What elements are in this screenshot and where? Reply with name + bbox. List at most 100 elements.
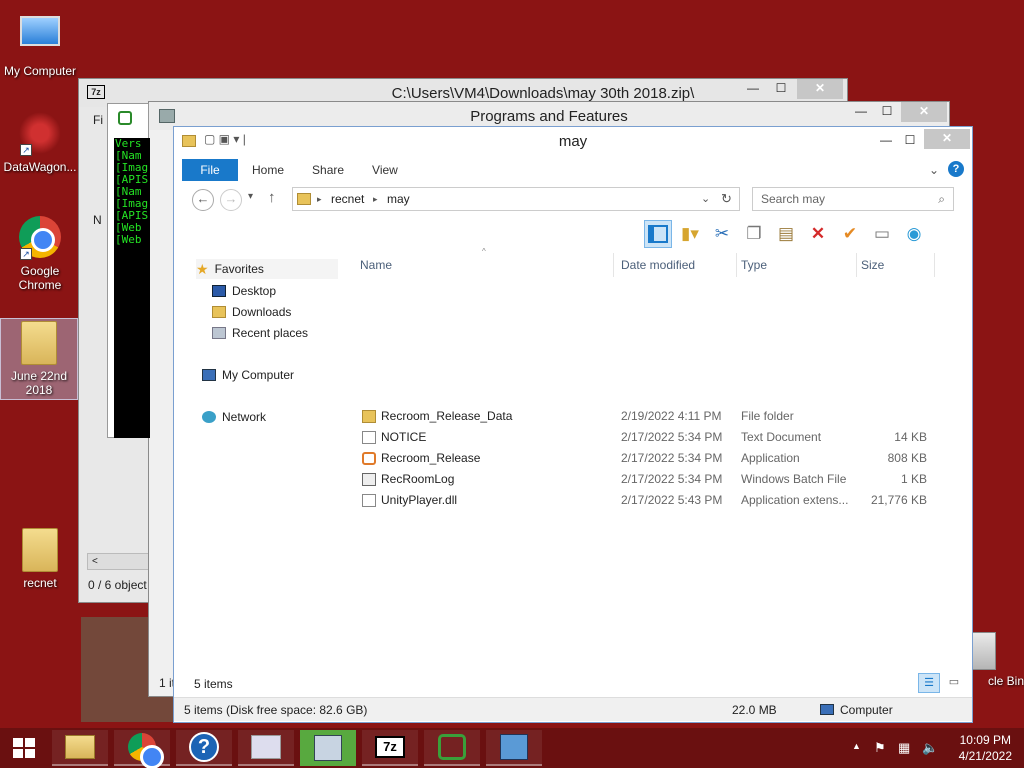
nav-label: Desktop [232,284,277,298]
file-type: Windows Batch File [741,472,847,486]
nav-label: My Computer [222,368,295,382]
nav-label: Recent places [232,326,309,340]
taskbar-chrome[interactable] [114,730,170,768]
cut-button[interactable]: ✂ [708,220,736,248]
large-icons-view-button[interactable]: ▭ [944,673,964,693]
maximize-button[interactable]: ☐ [875,102,899,122]
volume-muted-icon[interactable]: 🔈 [922,740,938,768]
copy-button[interactable]: ❐ [740,220,768,248]
column-header-date[interactable]: Date modified [619,253,737,277]
rename-button[interactable]: ✔ [836,220,864,248]
explorer-window[interactable]: ▢ ▣ ▾ | may — ☐ ✕ File Home Share View ⌄… [173,126,973,723]
titlebar[interactable]: ▢ ▣ ▾ | may — ☐ ✕ [174,127,972,155]
taskbar-task-manager[interactable] [238,730,294,766]
maximize-button[interactable]: ☐ [898,131,922,151]
file-name: Recroom_Release [381,451,481,465]
details-view-button[interactable]: ☰ [918,673,940,693]
address-dropdown-icon[interactable]: ⌄ [701,188,710,210]
back-button[interactable]: ← [192,189,214,211]
status-location: Computer [840,703,893,717]
file-row[interactable]: NOTICE 2/17/2022 5:34 PM Text Document 1… [358,427,958,448]
help-icon[interactable]: ? [948,161,964,177]
preview-pane-button[interactable] [644,220,672,248]
file-row[interactable]: RecRoomLog 2/17/2022 5:34 PM Windows Bat… [358,469,958,490]
nav-recent[interactable]: Recent places [212,323,308,343]
forward-button[interactable]: → [220,189,242,211]
shell-icon[interactable]: ◉ [900,220,928,248]
console-output: Vers [Nam [Imag [APIS [Nam [Imag [APIS [… [114,138,150,438]
expand-ribbon-icon[interactable]: ⌄ [929,163,939,177]
desktop-icon-june-folder[interactable]: June 22nd 2018 [0,318,78,400]
breadcrumb-may[interactable]: may [387,188,410,210]
tab-home[interactable]: Home [238,159,298,181]
nav-desktop[interactable]: Desktop [212,281,276,301]
file-row[interactable]: Recroom_Release_Data 2/19/2022 4:11 PM F… [358,406,958,427]
network-tray-icon[interactable]: ▦ [898,740,910,768]
clock[interactable]: 10:09 PM 4/21/2022 [959,732,1012,764]
file-name: UnityPlayer.dll [381,493,458,507]
console-window[interactable]: Vers [Nam [Imag [APIS [Nam [Imag [APIS [… [107,103,150,438]
breadcrumb-recnet[interactable]: recnet [331,188,364,210]
tray-expand-icon[interactable]: ▲ [852,741,861,768]
properties-button[interactable]: ▭ [868,220,896,248]
breadcrumb-separator-icon[interactable]: ▸ [317,188,322,210]
taskbar-file-explorer[interactable] [52,730,108,766]
nav-network[interactable]: Network [202,407,266,427]
recent-places-icon [212,327,226,339]
tab-share[interactable]: Share [298,159,358,181]
desktop-icon-my-computer[interactable]: My Computer [0,10,80,78]
downloads-icon [212,306,226,318]
file-date: 2/17/2022 5:34 PM [621,472,723,486]
recent-locations-button[interactable]: ▾ [248,191,253,202]
shortcut-arrow-icon: ↗ [20,144,32,156]
desktop-icon-recnet[interactable]: recnet [0,528,80,590]
file-row[interactable]: UnityPlayer.dll 2/17/2022 5:43 PM Applic… [358,490,958,511]
minimize-button[interactable]: — [874,131,898,151]
file-date: 2/17/2022 5:34 PM [621,430,723,444]
desktop-icon-chrome[interactable]: ↗ Google Chrome [0,216,80,292]
sort-indicator-icon: ^ [482,247,486,256]
maximize-button[interactable]: ☐ [769,79,793,99]
column-header-size[interactable]: Size [859,253,935,277]
action-center-icon[interactable]: ⚑ [874,740,886,768]
file-row[interactable]: Recroom_Release 2/17/2022 5:34 PM Applic… [358,448,958,469]
nav-favorites[interactable]: ★ Favorites [196,259,338,279]
file-date: 2/19/2022 4:11 PM [621,409,722,423]
clock-time: 10:09 PM [959,733,1011,747]
column-header-name[interactable]: Name [358,253,614,277]
text-file-icon [362,431,376,444]
computer-icon [202,369,216,381]
up-button[interactable]: ↑ [268,189,276,206]
column-header-type[interactable]: Type [739,253,857,277]
taskbar-recroom[interactable] [424,730,480,766]
minimize-button[interactable]: — [741,79,765,99]
file-explorer-icon [65,735,95,759]
taskbar-7zip[interactable]: 7z [362,730,418,766]
batch-file-icon [362,473,376,486]
nav-my-computer[interactable]: My Computer [202,365,294,385]
refresh-icon[interactable]: ↻ [721,188,732,210]
close-button[interactable]: ✕ [797,79,843,99]
close-button[interactable]: ✕ [901,102,947,122]
taskbar-control-panel[interactable] [486,730,542,766]
paste-button[interactable]: ▤ [772,220,800,248]
search-input[interactable]: Search may ⌕ [752,187,954,211]
desktop-icon-label: recnet [23,576,57,590]
address-bar[interactable]: ▸ recnet ▸ may ⌄ ↻ [292,187,740,211]
tab-file[interactable]: File [182,159,238,181]
delete-button[interactable]: ✕ [804,220,832,248]
new-folder-button[interactable]: ▮▾ [676,220,704,248]
breadcrumb-separator-icon[interactable]: ▸ [373,188,378,210]
taskbar-programs[interactable] [300,730,356,766]
recroom-icon [118,111,132,125]
close-button[interactable]: ✕ [924,129,970,149]
tab-view[interactable]: View [358,159,412,181]
minimize-button[interactable]: — [849,102,873,122]
file-type: Application extens... [741,493,849,507]
shortcut-arrow-icon: ↗ [20,248,32,260]
desktop-icon-datawagon[interactable]: ↗ DataWagon... [0,112,80,174]
nav-downloads[interactable]: Downloads [212,302,291,322]
horizontal-scrollbar[interactable]: < [87,553,149,570]
taskbar-help[interactable]: ? [176,730,232,766]
start-button[interactable] [0,730,48,766]
